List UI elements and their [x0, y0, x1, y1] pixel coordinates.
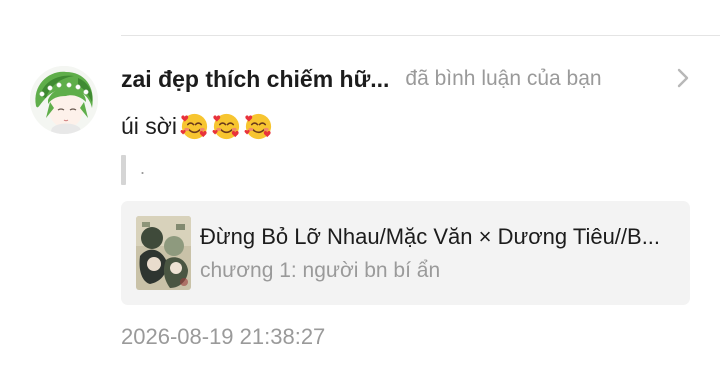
top-divider	[121, 35, 720, 36]
emoji-group	[179, 111, 275, 142]
smiling-face-with-hearts-icon	[212, 113, 240, 139]
notification-header[interactable]: zai đẹp thích chiếm hữ... đã bình luận c…	[121, 62, 701, 96]
story-title: Đừng Bỏ Lỡ Nhau/Mặc Văn × Dương Tiêu//B.…	[200, 224, 661, 249]
avatar[interactable]	[30, 66, 98, 134]
story-cover-image	[136, 216, 191, 290]
chapter-label: chương 1: người bn bí ẩn	[200, 259, 441, 282]
anime-character-avatar-icon	[30, 66, 98, 134]
timestamp: 2026-08-19 21:38:27	[121, 324, 326, 349]
chevron-right-icon[interactable]	[672, 64, 694, 92]
smiling-face-with-hearts-icon	[180, 113, 208, 139]
quote-bar	[121, 155, 126, 185]
quoted-text: .	[140, 158, 146, 178]
comment-content: úi sời	[121, 108, 275, 144]
story-card[interactable]: Đừng Bỏ Lỡ Nhau/Mặc Văn × Dương Tiêu//B.…	[121, 201, 690, 305]
username[interactable]: zai đẹp thích chiếm hữ...	[121, 66, 389, 93]
comment-text: úi sời	[121, 112, 177, 139]
action-text: đã bình luận của bạn	[405, 67, 602, 90]
smiling-face-with-hearts-icon	[244, 113, 272, 139]
